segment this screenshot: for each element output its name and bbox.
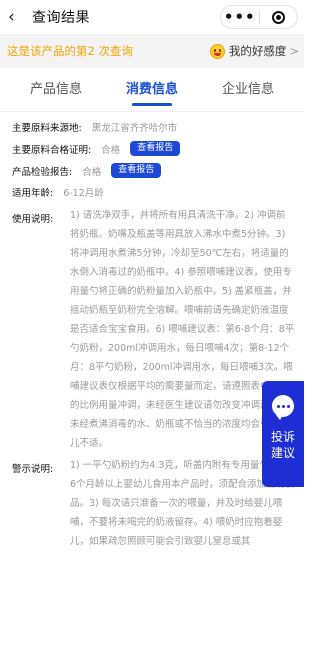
page-title: 查询结果	[32, 10, 90, 26]
query-count-text: 这是该产品的第2 次查询	[7, 44, 133, 58]
origin-value: 黑龙江省齐齐哈尔市	[91, 123, 178, 134]
rating-label: 我的好感度	[228, 44, 287, 58]
origin-row: 主要原料来源地: 黑龙江省齐齐哈尔市	[12, 120, 295, 134]
chevron-right-icon: >	[289, 44, 299, 58]
tab-bar: 产品信息 消费信息 企业信息	[0, 68, 304, 112]
age-label: 适用年龄:	[12, 188, 54, 199]
origin-label: 主要原料来源地:	[12, 123, 82, 134]
tab-product-info[interactable]: 产品信息	[30, 68, 82, 112]
material-cert-row: 主要原料合格证明: 合格 查看报告	[12, 141, 295, 156]
tab-consumption-info[interactable]: 消费信息	[126, 68, 178, 112]
smiley-face-icon	[209, 43, 225, 59]
age-value: 6-12月龄	[63, 188, 104, 199]
miniprogram-capsule: •••	[220, 5, 298, 29]
chevron-left-icon[interactable]: ‹	[8, 8, 26, 26]
close-target-icon[interactable]	[260, 10, 298, 24]
view-inspection-report-button[interactable]: 查看报告	[111, 163, 162, 178]
more-icon[interactable]: •••	[221, 7, 259, 27]
material-cert-value: 合格	[101, 144, 121, 156]
query-notice-bar: 这是该产品的第2 次查询 我的好感度 >	[0, 34, 304, 68]
inspection-label: 产品检验报告:	[12, 166, 73, 178]
usage-block: 使用说明: 1) 请洗净双手，并将所有用具清洗干净。2) 冲调前将奶瓶、奶嘴及瓶…	[12, 210, 295, 453]
feedback-float-button[interactable]: 投诉 建议	[262, 381, 304, 487]
usage-label: 使用说明:	[12, 214, 54, 225]
tab-company-info[interactable]: 企业信息	[222, 68, 274, 112]
material-cert-label: 主要原料合格证明:	[12, 144, 92, 156]
chat-bubble-icon	[272, 395, 294, 420]
inspection-row: 产品检验报告: 合格 查看报告	[12, 163, 295, 178]
warning-block: 警示说明: 1) 一平勺奶粉约为4.3克，听盖内附有专用量勺。2) 6个月龄以上…	[12, 460, 295, 551]
rating-link[interactable]: 我的好感度 >	[209, 43, 299, 59]
feedback-label: 投诉 建议	[270, 430, 295, 460]
inspection-value: 合格	[82, 166, 102, 178]
age-row: 适用年龄: 6-12月龄	[12, 185, 295, 199]
consumption-info-panel: 主要原料来源地: 黑龙江省齐齐哈尔市 主要原料合格证明: 合格 查看报告 产品检…	[0, 112, 304, 551]
nav-bar: ‹ 查询结果 •••	[0, 0, 304, 34]
view-material-report-button[interactable]: 查看报告	[130, 141, 181, 156]
warning-label: 警示说明:	[12, 464, 54, 475]
